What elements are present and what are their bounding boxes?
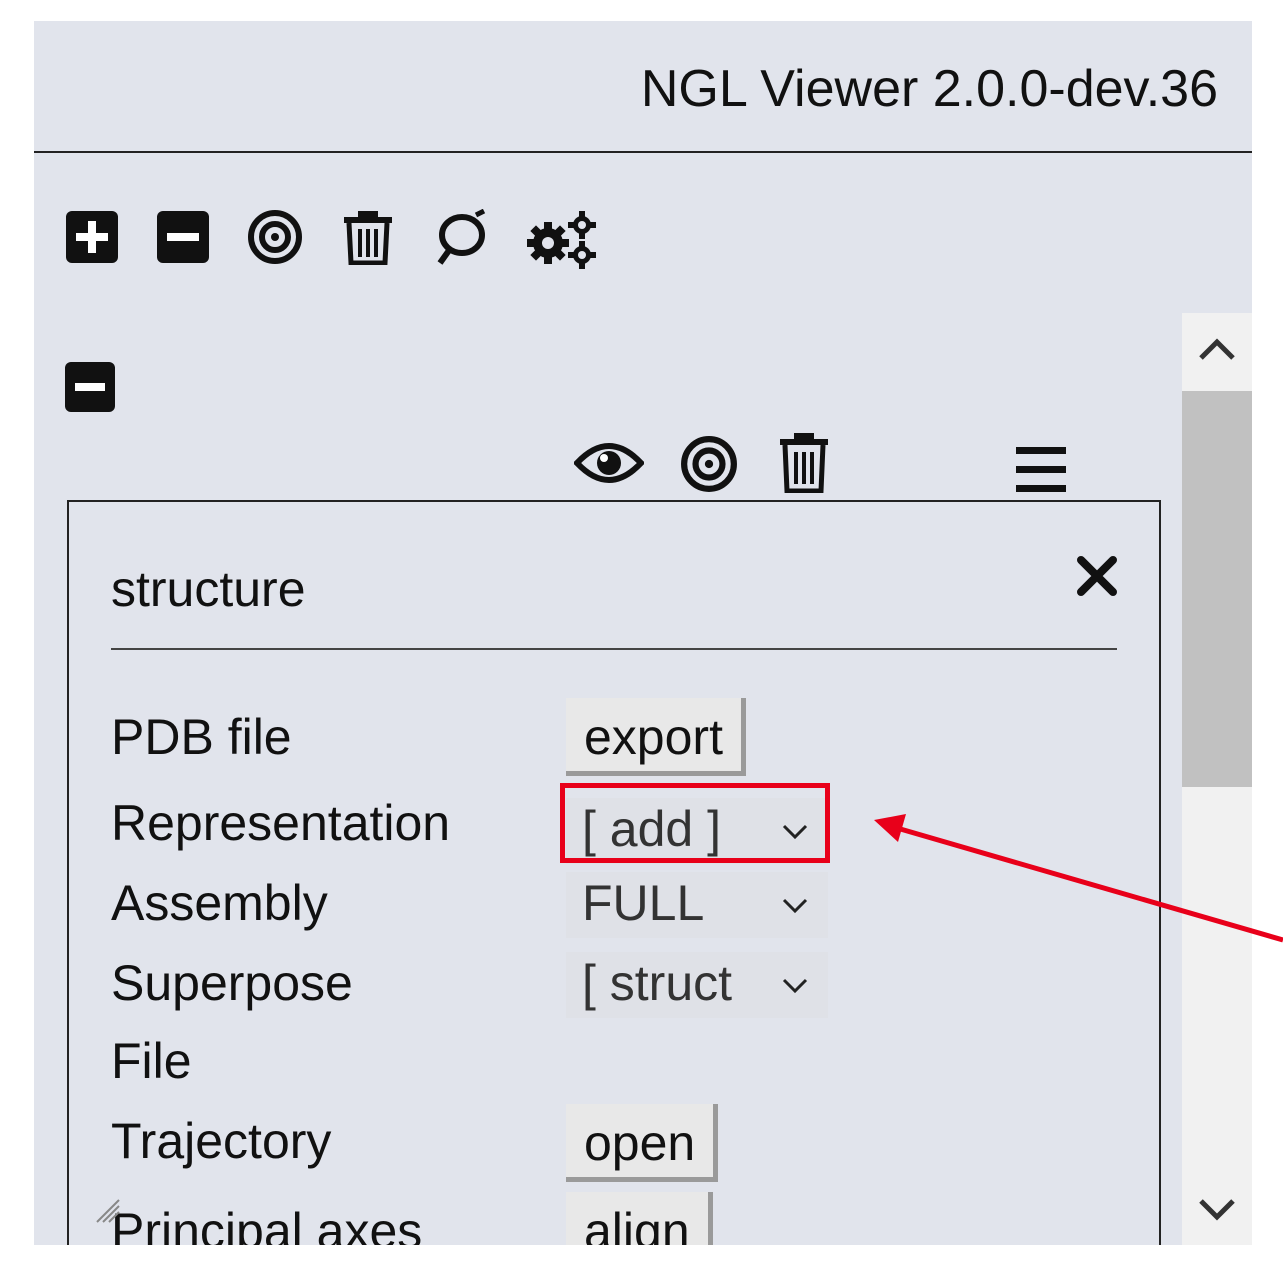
superpose-label: Superpose (111, 955, 353, 1011)
file-label: File (111, 1033, 192, 1089)
superpose-select[interactable]: [ struct (566, 952, 828, 1018)
assembly-label: Assembly (111, 875, 328, 931)
representation-label: Representation (111, 795, 451, 851)
align-button[interactable]: align (566, 1192, 713, 1245)
refresh-loop-icon[interactable] (432, 209, 488, 265)
vertical-scrollbar[interactable] (1182, 313, 1252, 1245)
eye-icon[interactable] (574, 433, 644, 493)
chevron-down-icon (1199, 1199, 1235, 1221)
superpose-select-value: [ struct (582, 955, 733, 1011)
menu-icon[interactable] (1014, 445, 1068, 495)
collapse-component-button[interactable] (64, 361, 116, 413)
chevron-up-icon (1199, 338, 1235, 360)
export-button[interactable]: export (566, 698, 746, 776)
trash-icon[interactable] (340, 209, 396, 265)
scroll-up-button[interactable] (1182, 313, 1252, 389)
close-icon[interactable] (1075, 554, 1119, 598)
resize-grip-icon[interactable] (95, 1198, 121, 1224)
chevron-down-icon (780, 818, 810, 844)
chevron-down-icon (780, 892, 810, 918)
divider (111, 648, 1117, 650)
trajectory-label: Trajectory (111, 1113, 332, 1169)
viewer-sidebar-panel: NGL Viewer 2.0.0-dev.36 structure PDB fi… (34, 21, 1252, 1245)
scroll-down-button[interactable] (1182, 1169, 1252, 1245)
pdb-file-label: PDB file (111, 709, 292, 765)
panel-header: NGL Viewer 2.0.0-dev.36 (34, 21, 1252, 153)
minus-square-icon[interactable] (155, 209, 211, 265)
assembly-select[interactable]: FULL (566, 872, 828, 938)
assembly-select-value: FULL (582, 875, 705, 931)
representation-select-value: [ add ] (582, 801, 721, 857)
bullseye-icon[interactable] (247, 209, 303, 265)
open-trajectory-button[interactable]: open (566, 1104, 719, 1182)
component-name: structure (111, 561, 306, 617)
representation-select[interactable]: [ add ] (566, 798, 828, 864)
bullseye-icon[interactable] (680, 435, 738, 493)
plus-square-icon[interactable] (64, 209, 120, 265)
app-title: NGL Viewer 2.0.0-dev.36 (640, 60, 1218, 118)
minus-square-icon (65, 362, 115, 412)
principal-axes-label: Principal axes (111, 1203, 423, 1245)
trash-icon[interactable] (776, 431, 832, 493)
component-box: structure PDB file export Representation… (67, 500, 1161, 1245)
gears-icon[interactable] (524, 209, 600, 271)
scroll-thumb[interactable] (1182, 391, 1252, 787)
chevron-down-icon (780, 972, 810, 998)
